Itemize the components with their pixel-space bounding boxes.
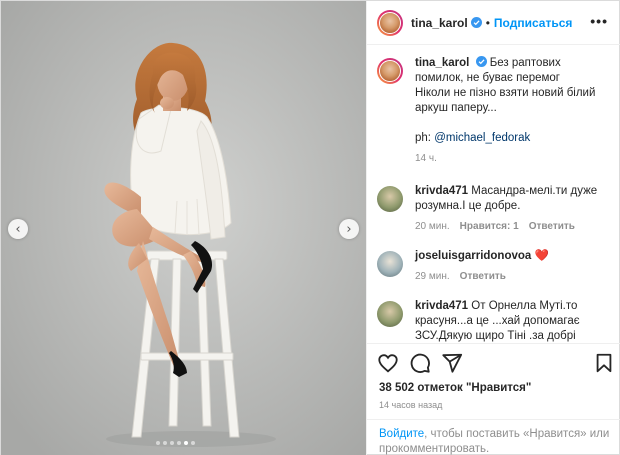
comment-username[interactable]: krivda471 bbox=[415, 185, 468, 197]
caption: tina_karol Без раптових помилок, не бува… bbox=[377, 56, 612, 166]
comment-username[interactable]: joseluisgarridonovoa bbox=[415, 250, 531, 262]
avatar[interactable] bbox=[377, 9, 403, 36]
instagram-post: ‹ › tina_karol • Подписаться ••• tina_ka… bbox=[0, 0, 620, 455]
avatar[interactable] bbox=[377, 186, 403, 212]
heart-icon[interactable] bbox=[377, 352, 399, 374]
caption-time: 14 ч. bbox=[415, 153, 437, 164]
reply-button[interactable]: Ответить bbox=[529, 219, 575, 234]
avatar[interactable] bbox=[377, 58, 403, 84]
share-icon[interactable] bbox=[441, 352, 463, 374]
login-link[interactable]: Войдите bbox=[379, 428, 424, 440]
comment: krivda471 От Орнелла Муті.то красуня...а… bbox=[377, 299, 612, 343]
post-photo[interactable]: ‹ › bbox=[1, 1, 366, 455]
comment: joseluisgarridonovoa ❤️ 29 мин. Ответить bbox=[377, 249, 612, 284]
reply-button[interactable]: Ответить bbox=[460, 269, 506, 284]
avatar[interactable] bbox=[377, 301, 403, 327]
comment-time: 20 мин. bbox=[415, 221, 450, 232]
verified-badge-icon bbox=[475, 56, 487, 67]
mention-link[interactable]: @michael_fedorak bbox=[434, 132, 530, 144]
chevron-left-icon[interactable]: ‹ bbox=[8, 219, 28, 239]
comment-text: ❤️ bbox=[534, 250, 549, 262]
comment: krivda471 Масандра-мелі.ти дуже розумна.… bbox=[377, 184, 612, 234]
comment-username[interactable]: krivda471 bbox=[415, 300, 468, 312]
login-prompt: Войдите, чтобы поставить «Нравится» или … bbox=[367, 419, 620, 455]
comment-likes[interactable]: Нравится: 1 bbox=[460, 219, 519, 234]
chevron-right-icon[interactable]: › bbox=[339, 219, 359, 239]
photo-illustration bbox=[1, 1, 366, 455]
carousel-dot bbox=[156, 441, 160, 445]
caption-username[interactable]: tina_karol bbox=[415, 57, 469, 69]
post-sidebar: tina_karol • Подписаться ••• tina_karol bbox=[366, 1, 620, 455]
bookmark-icon[interactable] bbox=[593, 352, 615, 374]
carousel-dot bbox=[177, 441, 181, 445]
carousel-indicator bbox=[156, 441, 195, 445]
verified-badge-icon bbox=[470, 17, 482, 28]
carousel-dot-active bbox=[184, 441, 188, 445]
comment-icon[interactable] bbox=[409, 352, 431, 374]
post-header: tina_karol • Подписаться ••• bbox=[367, 1, 620, 45]
carousel-dot bbox=[191, 441, 195, 445]
separator-dot: • bbox=[485, 15, 490, 30]
caption-credit-prefix: ph: bbox=[415, 132, 435, 144]
comment-time: 29 мин. bbox=[415, 271, 450, 282]
avatar[interactable] bbox=[377, 251, 403, 277]
follow-button[interactable]: Подписаться bbox=[494, 16, 572, 30]
carousel-dot bbox=[170, 441, 174, 445]
likes-count[interactable]: 38 502 отметок "Нравится" bbox=[379, 382, 531, 394]
carousel-dot bbox=[163, 441, 167, 445]
comments-list[interactable]: tina_karol Без раптових помилок, не бува… bbox=[367, 46, 620, 343]
ellipsis-icon[interactable]: ••• bbox=[590, 13, 608, 29]
action-bar bbox=[367, 343, 620, 379]
header-username[interactable]: tina_karol bbox=[411, 16, 468, 30]
post-timestamp: 14 часов назад bbox=[379, 400, 443, 410]
